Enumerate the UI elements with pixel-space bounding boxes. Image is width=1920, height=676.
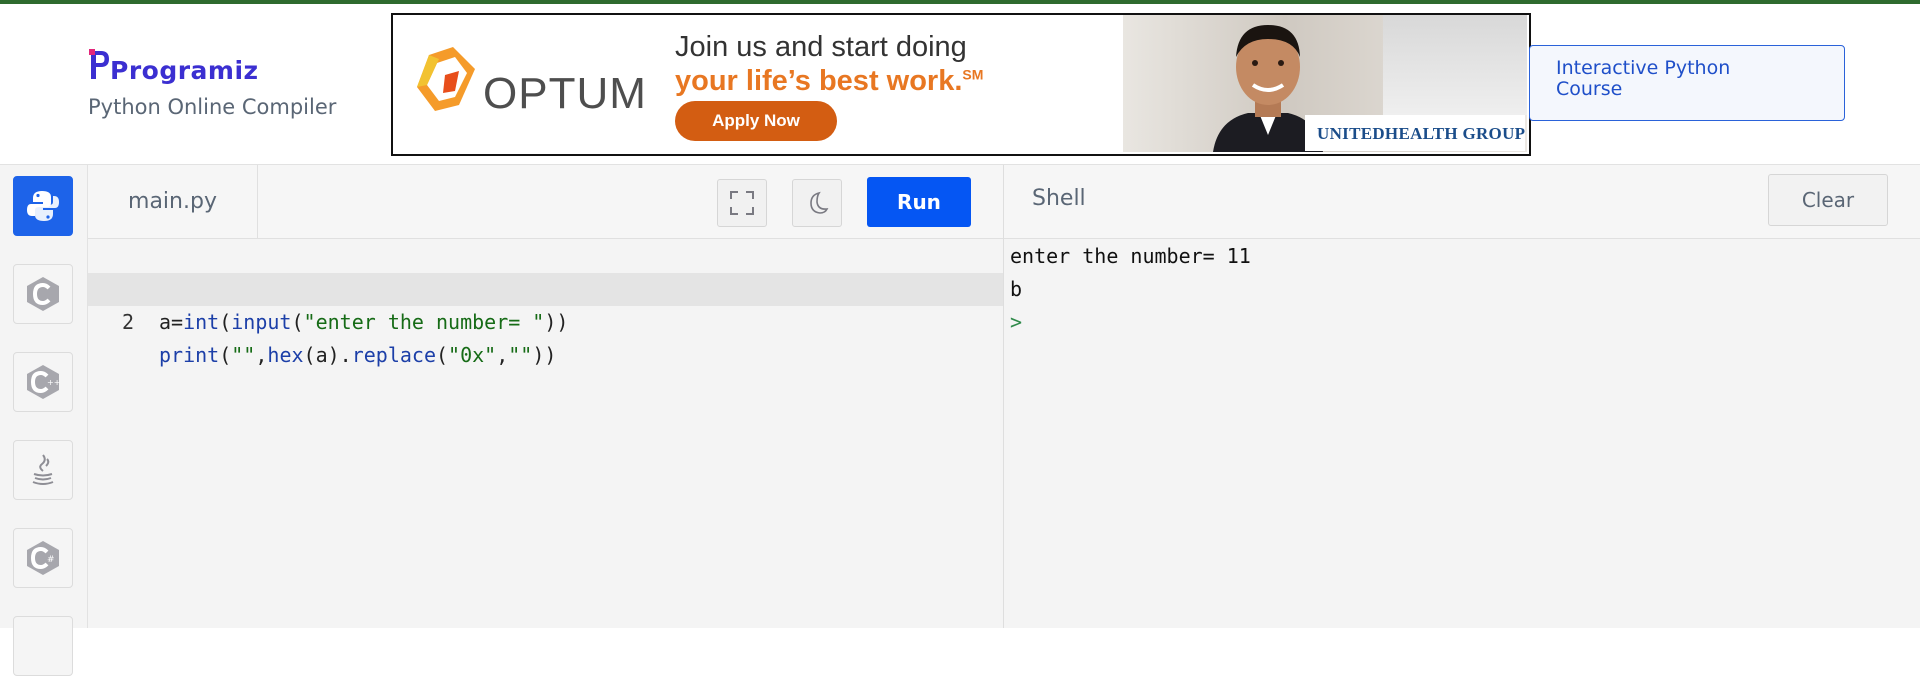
cpp-icon: ++ xyxy=(27,365,60,399)
ad-tagline-highlight: your life’s best work.SM xyxy=(675,65,983,98)
code-token: = xyxy=(171,310,184,334)
unitedhealth-group-logo: UNITEDHEALTH GROUP xyxy=(1305,115,1525,151)
code-token: hex xyxy=(267,343,304,367)
code-token: )) xyxy=(532,343,557,367)
apply-now-button[interactable]: Apply Now xyxy=(675,101,837,141)
optum-logo-icon xyxy=(417,47,475,111)
shell-prompt: > xyxy=(1010,310,1023,334)
ad-brand: OPTUM xyxy=(483,69,647,118)
ad-service-mark: SM xyxy=(962,66,984,83)
language-csharp[interactable]: # xyxy=(13,528,73,588)
code-token: a xyxy=(159,310,172,334)
code-token: "" xyxy=(231,343,256,367)
code-token: input xyxy=(231,310,292,334)
language-python[interactable] xyxy=(13,176,73,236)
brand-name: Programiz xyxy=(110,56,259,85)
code-token: ( xyxy=(219,310,232,334)
file-tab-main-py[interactable]: main.py xyxy=(88,165,258,238)
code-token: )) xyxy=(544,310,569,334)
svg-text:#: # xyxy=(47,555,55,565)
shell-output-line: b xyxy=(1010,277,1023,301)
ad-photo-window xyxy=(1383,15,1527,115)
code-token: ( xyxy=(436,343,449,367)
language-more[interactable] xyxy=(13,616,73,676)
code-token: ( xyxy=(291,310,304,334)
fullscreen-button[interactable] xyxy=(717,179,767,227)
code-line[interactable]: 1 a=int(input("enter the number= ")) xyxy=(88,240,1003,334)
fullscreen-icon xyxy=(730,191,754,215)
ad-tagline-highlight-text: your life’s best work. xyxy=(675,65,963,97)
language-java[interactable] xyxy=(13,440,73,500)
code-line-active[interactable]: 2 print("",hex(a).replace("0x","")) xyxy=(88,273,1003,367)
code-token: (a). xyxy=(303,343,352,367)
language-c[interactable] xyxy=(13,264,73,324)
course-button-label-line2: Course xyxy=(1556,78,1623,100)
python-icon xyxy=(27,191,59,221)
code-text: a=int(input("enter the number= ")) xyxy=(159,306,568,339)
code-editor[interactable]: 1 a=int(input("enter the number= ")) 2 p… xyxy=(88,239,1003,628)
code-token: "" xyxy=(508,343,533,367)
java-icon xyxy=(32,454,54,485)
code-token: , xyxy=(496,343,509,367)
csharp-icon: # xyxy=(27,541,59,575)
code-token: "enter the number= " xyxy=(303,310,545,334)
code-token: , xyxy=(255,343,268,367)
moon-icon xyxy=(810,191,829,214)
shell-toolbar: Shell Clear xyxy=(1004,165,1920,239)
ad-tagline: Join us and start doing xyxy=(675,31,967,63)
dark-mode-toggle[interactable] xyxy=(792,179,842,227)
page-subtitle: Python Online Compiler xyxy=(88,95,337,119)
code-token: "0x" xyxy=(448,343,497,367)
code-token: int xyxy=(183,310,220,334)
interactive-python-course-button[interactable]: Interactive Python Course xyxy=(1529,45,1845,121)
code-token: ( xyxy=(219,343,232,367)
editor-toolbar: main.py Run xyxy=(88,165,1003,239)
programiz-logo-icon xyxy=(89,49,109,79)
code-text: print("",hex(a).replace("0x","")) xyxy=(159,339,556,372)
svg-text:++: ++ xyxy=(47,378,60,387)
shell-output-line: enter the number= 11 xyxy=(1010,244,1251,268)
code-token: print xyxy=(159,343,220,367)
course-button-label-line1: Interactive Python xyxy=(1556,57,1731,79)
language-sidebar: ++ # xyxy=(0,165,88,676)
advertisement-banner[interactable]: OPTUM Join us and start doing your life’… xyxy=(391,13,1531,156)
shell-output[interactable]: enter the number= 11 b > xyxy=(1004,239,1920,628)
shell-title: Shell xyxy=(1032,186,1086,211)
c-icon xyxy=(27,277,59,311)
language-cpp[interactable]: ++ xyxy=(13,352,73,412)
line-number: 2 xyxy=(121,310,134,334)
run-button[interactable]: Run xyxy=(867,177,971,227)
code-token: replace xyxy=(351,343,436,367)
header: Programiz Python Online Compiler OPTUM J… xyxy=(0,4,1920,165)
ad-partner: UNITEDHEALTH GROUP xyxy=(1317,124,1526,143)
clear-button[interactable]: Clear xyxy=(1768,174,1888,226)
